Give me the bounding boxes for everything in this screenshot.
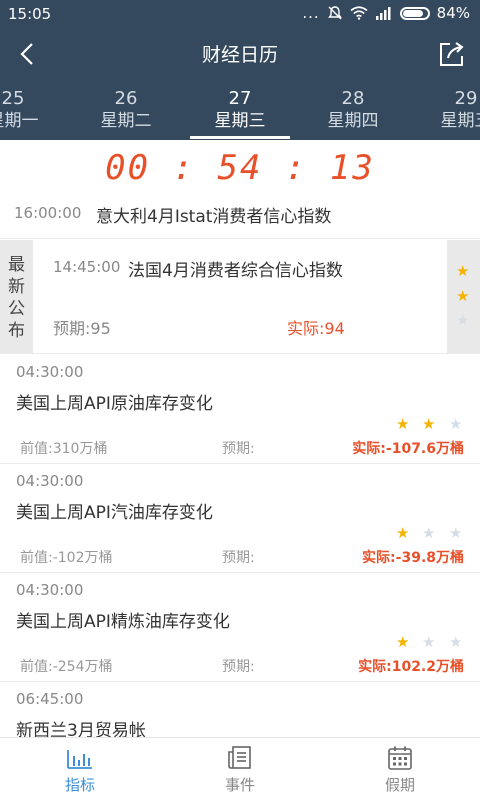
mute-bell-icon [327,6,342,20]
event-time: 04:30:00 [16,472,84,490]
star-icon: ★ [456,262,470,280]
list-item[interactable]: 04:30:00 美国上周API原油库存变化 ★ ★ ★ 前值:310万桶 预期… [0,354,480,463]
date-tab-weekday: 星期四 [327,111,379,131]
star-icon: ★ [396,415,410,433]
previous-value: 前值:310万桶 [20,441,108,457]
event-time: 04:30:00 [16,581,84,599]
document-list-icon [228,746,251,769]
app-header: 财经日历 [0,28,480,80]
nav-label: 事件 [224,776,255,794]
wifi-icon [350,6,368,20]
countdown-timer: 00 : 54 : 13 [105,148,375,188]
forecast-value: 预期: [222,659,255,675]
status-time: 15:05 [8,5,52,23]
star-icon: ★ [422,633,436,651]
star-icon: ★ [422,524,436,542]
star-icon: ★ [456,287,470,305]
event-time: 06:45:00 [16,690,84,708]
importance-rating: ★ ★ ★ [447,240,480,353]
star-icon: ★ [422,415,436,433]
actual-value: 实际:102.2万桶 [358,659,464,675]
date-tab-day: 26 [114,88,138,109]
latest-content: 14:45:00 法国4月消费者综合信心指数 预期:95 实际:94 [33,240,447,353]
event-time: 16:00:00 [14,204,82,222]
page-title: 财经日历 [201,44,278,66]
latest-badge: 最 新 公 布 [0,240,33,353]
date-tab-day: 25 [1,88,25,109]
date-tab-weekday: 星期一 [0,111,39,131]
event-name: 法国4月消费者综合信心指数 [128,261,343,281]
badge-char: 公 [8,299,25,319]
forecast-value: 预期:95 [53,319,111,338]
event-name: 新西兰3月贸易帐 [16,721,146,737]
star-icon: ★ [396,524,410,542]
active-tab-indicator [190,136,290,139]
date-tab-day: 29 [454,88,478,109]
nav-label: 指标 [64,776,95,794]
nav-item-indicators[interactable]: 指标 [20,746,140,795]
nav-item-events[interactable]: 事件 [180,746,300,795]
actual-value: 实际:94 [287,319,345,338]
battery-percent: 84% [436,4,470,22]
date-tab-25[interactable]: 25 星期一 [0,88,67,132]
actual-value: 实际:-107.6万桶 [352,441,464,457]
event-time: 04:30:00 [16,363,84,381]
nav-item-holidays[interactable]: 假期 [340,746,460,795]
date-tab-day: 28 [341,88,365,109]
star-icon: ★ [449,524,463,542]
badge-char: 布 [8,321,25,341]
date-tab-day: 27 [228,88,252,109]
list-item[interactable]: 04:30:00 美国上周API汽油库存变化 ★ ★ ★ 前值:-102万桶 预… [0,463,480,572]
list-item[interactable]: 04:30:00 美国上周API精炼油库存变化 ★ ★ ★ 前值:-254万桶 … [0,572,480,681]
divider [0,238,480,239]
nav-label: 假期 [384,776,415,794]
forecast-value: 预期: [222,441,255,457]
bottom-navigation: 指标 事件 假期 [0,737,480,800]
share-icon[interactable] [436,38,468,70]
battery-icon [399,6,430,20]
actual-value: 实际:-39.8万桶 [362,550,464,566]
event-time: 14:45:00 [53,258,121,276]
latest-published-card[interactable]: 最 新 公 布 14:45:00 法国4月消费者综合信心指数 预期:95 实际:… [0,240,480,353]
star-icon: ★ [396,633,410,651]
star-icon: ★ [449,415,463,433]
date-tabs: 25 星期一 26 星期二 27 星期三 28 星期四 29 星期五 [0,80,480,140]
calendar-icon [388,746,412,770]
star-icon: ★ [449,633,463,651]
badge-char: 最 [8,255,25,275]
date-tab-weekday: 星期二 [100,111,152,131]
upcoming-event[interactable]: 16:00:00 意大利4月Istat消费者信心指数 [0,194,480,238]
date-tab-27[interactable]: 27 星期三 [186,88,294,139]
more-dots: ... [302,4,320,22]
previous-value: 前值:-254万桶 [20,659,113,675]
status-icons: ... 84% [302,4,470,22]
event-name: 美国上周API汽油库存变化 [16,503,213,523]
signal-icon [375,7,391,20]
date-tab-weekday: 星期五 [440,111,480,131]
date-tab-29[interactable]: 29 星期五 [412,88,480,132]
list-item[interactable]: 06:45:00 新西兰3月贸易帐 [0,681,480,737]
event-name: 美国上周API原油库存变化 [16,394,213,414]
status-bar: 15:05 ... 84% [0,0,480,28]
badge-char: 新 [8,277,25,297]
forecast-value: 预期: [222,550,255,566]
date-tab-weekday: 星期三 [214,111,266,131]
previous-value: 前值:-102万桶 [20,550,113,566]
date-tab-26[interactable]: 26 星期二 [72,88,180,132]
event-name: 美国上周API精炼油库存变化 [16,612,230,632]
event-name: 意大利4月Istat消费者信心指数 [96,207,332,227]
bar-chart-icon [67,750,92,769]
star-icon: ★ [456,311,470,329]
date-tab-28[interactable]: 28 星期四 [299,88,407,132]
